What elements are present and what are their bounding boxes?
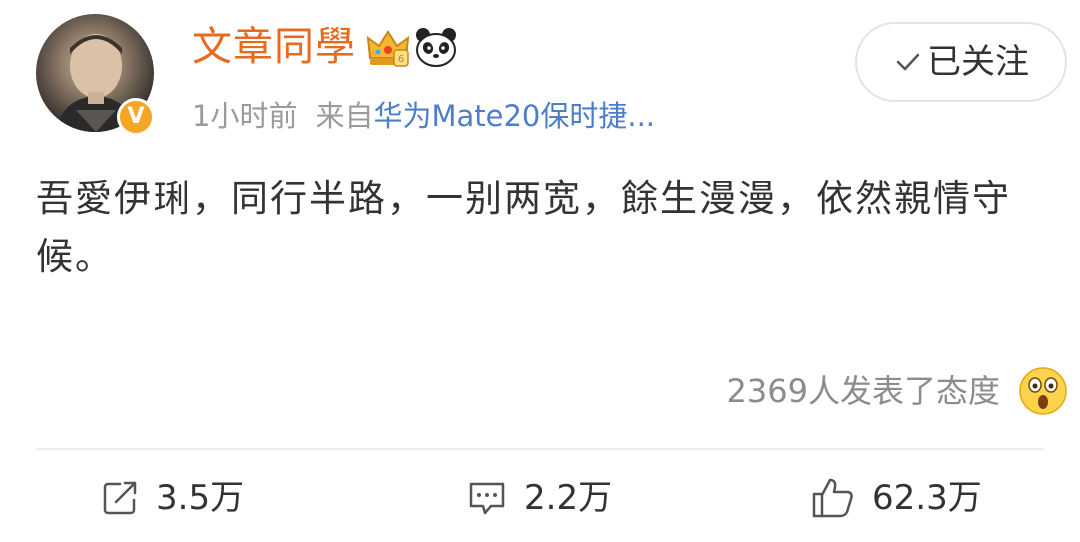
like-count: 62.3万 <box>872 478 982 518</box>
username[interactable]: 文章同學 <box>192 22 356 72</box>
source-prefix: 来自 <box>315 99 374 133</box>
source-device-link[interactable]: 华为Mate20保时捷... <box>373 99 655 133</box>
post-time: 1小时前 <box>192 99 298 133</box>
divider <box>36 448 1044 450</box>
repost-count: 3.5万 <box>156 478 245 518</box>
share-icon <box>103 481 137 515</box>
follow-button[interactable]: 已关注 <box>855 22 1067 102</box>
comment-button[interactable]: 2.2万 <box>466 468 612 528</box>
like-button[interactable]: 62.3万 <box>810 468 982 528</box>
comment-icon <box>469 482 505 515</box>
shocked-face-icon[interactable] <box>1018 366 1068 416</box>
follow-label: 已关注 <box>927 42 1029 82</box>
comment-count: 2.2万 <box>524 478 613 518</box>
attitude-count[interactable]: 2369人发表了态度 <box>727 366 1000 416</box>
thumbs-up-icon <box>812 478 853 518</box>
verified-badge: V <box>117 98 155 136</box>
post-meta: 1小时前 来自华为Mate20保时捷... <box>192 95 655 137</box>
crown-icon[interactable]: 6 <box>364 28 412 68</box>
repost-button[interactable]: 3.5万 <box>100 468 244 528</box>
panda-icon[interactable] <box>414 26 458 68</box>
post-text: 吾愛伊琍，同行半路，一别两宽，餘生漫漫，依然親情守候。 <box>36 177 1011 278</box>
check-icon <box>896 53 920 71</box>
svg-text:6: 6 <box>398 54 404 65</box>
